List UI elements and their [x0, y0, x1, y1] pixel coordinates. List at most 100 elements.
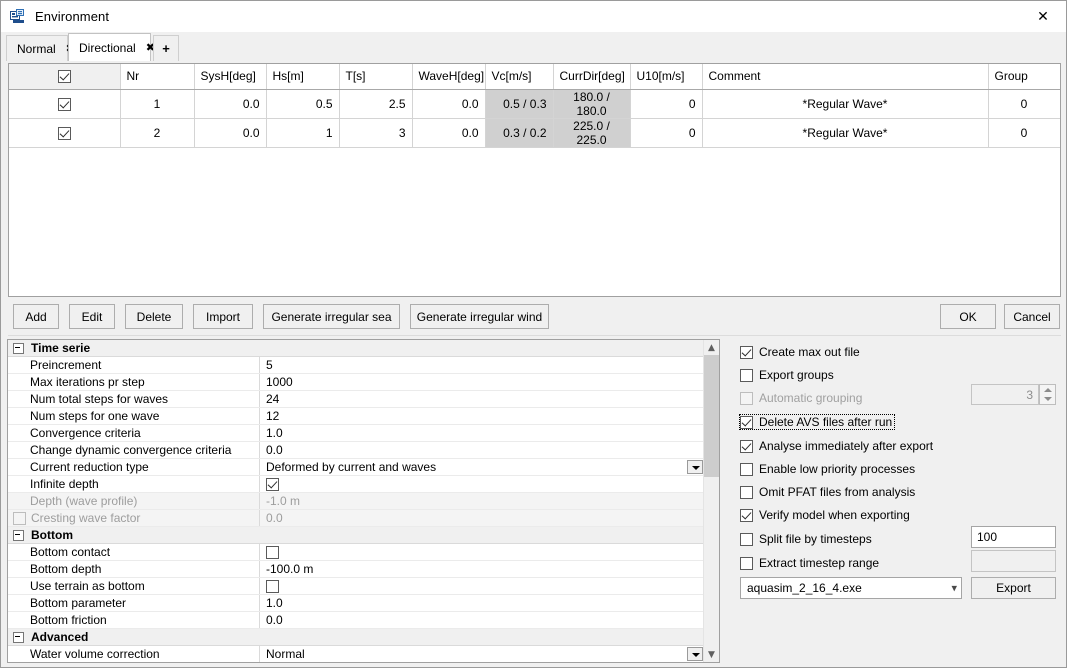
export-button[interactable]: Export	[971, 577, 1056, 599]
cell-currdir[interactable]: 225.0 / 225.0	[553, 118, 631, 148]
cell-waveh[interactable]: 0.0	[412, 118, 486, 148]
split-file-checkbox[interactable]	[740, 532, 753, 546]
header-t[interactable]: T[s]	[339, 64, 413, 90]
close-icon[interactable]: ✕	[1020, 1, 1066, 32]
delete-avs-files-checkbox[interactable]	[740, 415, 753, 429]
tab-directional[interactable]: Directional ✖	[68, 33, 155, 61]
property-row-infinite-depth[interactable]: Infinite depth	[8, 476, 704, 493]
cell-vc[interactable]: 0.3 / 0.2	[485, 118, 554, 148]
add-button[interactable]: Add	[13, 304, 59, 329]
cell-currdir[interactable]: 180.0 / 180.0	[553, 89, 631, 119]
collapse-icon[interactable]	[13, 529, 24, 541]
property-grid-scrollbar[interactable]: ▲ ▼	[703, 340, 719, 662]
option-enable-low-priority[interactable]: Enable low priority processes	[740, 462, 915, 476]
header-sysh[interactable]: SysH[deg]	[194, 64, 267, 90]
table-row[interactable]: 2 0.0 1 3 0.0 0.3 / 0.2 225.0 / 225.0 0 …	[9, 118, 1060, 148]
property-row-num-steps-for-one-wave[interactable]: Num steps for one wave 12	[8, 408, 704, 425]
cell-comment[interactable]: *Regular Wave*	[702, 89, 989, 119]
property-row-num-total-steps-for-waves[interactable]: Num total steps for waves 24	[8, 391, 704, 408]
header-group[interactable]: Group	[988, 64, 1060, 90]
infinite-depth-checkbox[interactable]	[266, 477, 279, 491]
extract-timestep-range-checkbox[interactable]	[740, 556, 753, 570]
property-row-current-reduction-type[interactable]: Current reduction type Deformed by curre…	[8, 459, 704, 476]
header-nr[interactable]: Nr	[120, 64, 195, 90]
property-value[interactable]: 0.0	[260, 442, 704, 458]
header-comment[interactable]: Comment	[702, 64, 989, 90]
property-category-time-serie[interactable]: Time serie	[8, 340, 704, 357]
property-value[interactable]: 12	[260, 408, 704, 424]
property-value[interactable]: 0.0	[260, 612, 704, 628]
analyse-immediately-checkbox[interactable]	[740, 439, 753, 453]
property-value[interactable]: 5	[260, 357, 704, 373]
property-value[interactable]: 1.0	[260, 425, 704, 441]
enable-low-priority-checkbox[interactable]	[740, 462, 753, 476]
tab-add-button[interactable]: +	[153, 35, 179, 61]
generate-irregular-wind-button[interactable]: Generate irregular wind	[410, 304, 549, 329]
option-split-file-by-timesteps[interactable]: Split file by timesteps	[740, 532, 872, 546]
edit-button[interactable]: Edit	[69, 304, 115, 329]
cell-hs[interactable]: 1	[266, 118, 340, 148]
bottom-contact-checkbox[interactable]	[266, 545, 279, 559]
delete-button[interactable]: Delete	[125, 304, 183, 329]
row-select-cell[interactable]	[9, 89, 121, 119]
cell-group[interactable]: 0	[988, 118, 1060, 148]
scrollbar-thumb[interactable]	[704, 355, 719, 477]
collapse-icon[interactable]	[13, 631, 24, 643]
property-value-combo[interactable]: Normal	[260, 646, 704, 662]
property-row-preincrement[interactable]: Preincrement 5	[8, 357, 704, 374]
property-value[interactable]: 24	[260, 391, 704, 407]
option-omit-pfat-files[interactable]: Omit PFAT files from analysis	[740, 485, 915, 499]
cell-u10[interactable]: 0	[630, 89, 703, 119]
header-select-all[interactable]	[9, 64, 121, 90]
property-row-convergence-criteria[interactable]: Convergence criteria 1.0	[8, 425, 704, 442]
split-file-timesteps-input[interactable]: 100	[971, 526, 1056, 548]
cell-sysh[interactable]: 0.0	[194, 118, 267, 148]
header-vc[interactable]: Vc[m/s]	[485, 64, 554, 90]
property-row-water-volume-correction[interactable]: Water volume correction Normal	[8, 646, 704, 662]
chevron-down-icon[interactable]	[687, 460, 703, 474]
cresting-wave-factor-checkbox[interactable]	[13, 511, 26, 525]
scroll-down-icon[interactable]: ▼	[704, 647, 719, 662]
verify-model-checkbox[interactable]	[740, 508, 753, 522]
cell-sysh[interactable]: 0.0	[194, 89, 267, 119]
property-row-bottom-friction[interactable]: Bottom friction 0.0	[8, 612, 704, 629]
export-groups-checkbox[interactable]	[740, 368, 753, 382]
property-value-combo[interactable]: Deformed by current and waves	[260, 459, 704, 475]
select-all-checkbox[interactable]	[57, 70, 71, 84]
cell-vc[interactable]: 0.5 / 0.3	[485, 89, 554, 119]
property-value[interactable]: -100.0 m	[260, 561, 704, 577]
row-checkbox[interactable]	[57, 97, 71, 111]
cell-nr[interactable]: 2	[120, 118, 195, 148]
table-row[interactable]: 1 0.0 0.5 2.5 0.0 0.5 / 0.3 180.0 / 180.…	[9, 89, 1060, 119]
chevron-down-icon[interactable]	[687, 647, 703, 661]
property-row-bottom-depth[interactable]: Bottom depth -100.0 m	[8, 561, 704, 578]
tab-normal[interactable]: Normal ✖	[6, 35, 75, 61]
cell-t[interactable]: 3	[339, 118, 413, 148]
cell-group[interactable]: 0	[988, 89, 1060, 119]
use-terrain-as-bottom-checkbox[interactable]	[266, 579, 279, 593]
header-currdir[interactable]: CurrDir[deg]	[553, 64, 631, 90]
cell-waveh[interactable]: 0.0	[412, 89, 486, 119]
header-hs[interactable]: Hs[m]	[266, 64, 340, 90]
option-analyse-immediately[interactable]: Analyse immediately after export	[740, 439, 933, 453]
header-waveh[interactable]: WaveH[deg]	[412, 64, 486, 90]
collapse-icon[interactable]	[13, 342, 24, 354]
cell-comment[interactable]: *Regular Wave*	[702, 118, 989, 148]
property-value[interactable]	[260, 544, 704, 560]
cancel-button[interactable]: Cancel	[1004, 304, 1060, 329]
property-category-bottom[interactable]: Bottom	[8, 527, 704, 544]
property-row-bottom-contact[interactable]: Bottom contact	[8, 544, 704, 561]
property-value[interactable]	[260, 578, 704, 594]
option-create-max-out-file[interactable]: Create max out file	[740, 345, 860, 359]
row-checkbox[interactable]	[57, 126, 71, 140]
cell-u10[interactable]: 0	[630, 118, 703, 148]
chevron-down-icon[interactable]: ▾	[951, 582, 957, 595]
property-value[interactable]: 1000	[260, 374, 704, 390]
property-category-advanced[interactable]: Advanced	[8, 629, 704, 646]
executable-select[interactable]: aquasim_2_16_4.exe ▾	[740, 577, 962, 599]
property-value[interactable]: 1.0	[260, 595, 704, 611]
cell-hs[interactable]: 0.5	[266, 89, 340, 119]
property-row-bottom-parameter[interactable]: Bottom parameter 1.0	[8, 595, 704, 612]
import-button[interactable]: Import	[193, 304, 253, 329]
property-row-use-terrain-as-bottom[interactable]: Use terrain as bottom	[8, 578, 704, 595]
